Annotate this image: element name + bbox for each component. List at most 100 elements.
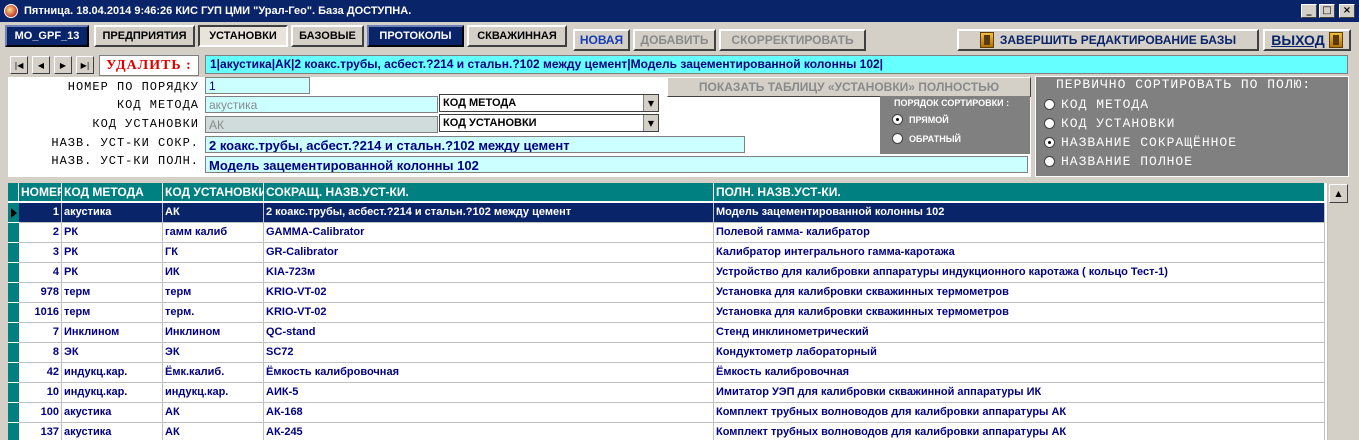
row-indicator[interactable] <box>8 423 19 440</box>
table-cell[interactable]: KRIO-VT-02 <box>264 303 714 322</box>
table-cell[interactable]: РК <box>62 243 163 262</box>
table-row[interactable]: 137 акустика АК АК-245 Комплект трубных волн… <box>19 423 1325 440</box>
correct-button[interactable]: СКОРРЕКТИРОВАТЬ <box>719 29 866 51</box>
table-cell[interactable]: РК <box>62 263 163 282</box>
scroll-up-icon[interactable]: ▲ <box>1329 184 1348 203</box>
sort-reverse-option[interactable]: ОБРАТНЫЙ <box>892 133 961 144</box>
table-row[interactable]: 8 ЭК ЭК SC72 Кондуктометр лабораторный <box>19 343 1325 363</box>
new-button[interactable]: НОВАЯ <box>573 29 630 51</box>
chevron-down-icon[interactable]: ▼ <box>643 95 658 111</box>
row-indicator[interactable] <box>8 343 19 363</box>
table-cell[interactable]: GAMMA-Calibrator <box>264 223 714 242</box>
first-record-button[interactable]: |◀ <box>10 56 28 74</box>
table-cell[interactable]: Инклином <box>163 323 264 342</box>
table-cell[interactable]: АК-168 <box>264 403 714 422</box>
chevron-down-icon[interactable]: ▼ <box>643 115 658 131</box>
table-row[interactable]: 2 РК гамм калиб GAMMA-Calibrator Полевой гам… <box>19 223 1325 243</box>
table-cell[interactable]: АК <box>163 403 264 422</box>
column-header-install-code[interactable]: КОД УСТАНОВКИ <box>163 183 264 201</box>
table-cell[interactable]: 3 <box>19 243 62 262</box>
table-cell[interactable]: Ёмкость калибровочная <box>264 363 714 382</box>
table-cell[interactable]: акустика <box>62 203 163 222</box>
row-indicator[interactable] <box>8 243 19 263</box>
tab-well[interactable]: СКВАЖИННАЯ <box>467 25 567 47</box>
table-cell[interactable]: ГК <box>163 243 264 262</box>
table-row[interactable]: 1 акустика АК 2 коакс.трубы, асбест.?214 и … <box>19 203 1325 223</box>
table-cell[interactable]: KIA-723м <box>264 263 714 282</box>
table-row[interactable]: 10 индукц.кар. индукц.кар. АИК-5 Имитатор УЭ… <box>19 383 1325 403</box>
method-code-field[interactable]: акустика <box>205 96 438 113</box>
full-name-field[interactable]: Модель зацементированной колонны 102 <box>205 156 1028 173</box>
add-button[interactable]: ДОБАВИТЬ <box>633 29 716 51</box>
table-cell[interactable]: Комплект трубных волноводов для калибров… <box>714 403 1325 422</box>
delete-button[interactable]: УДАЛИТЬ : <box>99 55 199 76</box>
table-cell[interactable]: РК <box>62 223 163 242</box>
table-cell[interactable]: Имитатор УЭП для калибровки скважинной а… <box>714 383 1325 402</box>
table-cell[interactable]: 8 <box>19 343 62 362</box>
table-cell[interactable]: гамм калиб <box>163 223 264 242</box>
table-cell[interactable]: АК <box>163 423 264 440</box>
table-row[interactable]: 3 РК ГК GR-Calibrator Калибратор интегрально… <box>19 243 1325 263</box>
table-cell[interactable]: Кондуктометр лабораторный <box>714 343 1325 362</box>
table-cell[interactable]: 2 коакс.трубы, асбест.?214 и стальн.?102… <box>264 203 714 222</box>
row-indicator[interactable] <box>8 263 19 283</box>
prev-record-button[interactable]: ◀ <box>32 56 50 74</box>
table-cell[interactable]: акустика <box>62 403 163 422</box>
column-header-method-code[interactable]: КОД МЕТОДА <box>62 183 163 201</box>
sort-direct-option[interactable]: ПРЯМОЙ <box>892 114 949 125</box>
table-cell[interactable]: терм <box>163 283 264 302</box>
tab-protocols[interactable]: ПРОТОКОЛЫ <box>367 25 464 47</box>
tab-enterprises[interactable]: ПРЕДПРИЯТИЯ <box>94 25 195 47</box>
row-indicator[interactable] <box>8 203 19 223</box>
row-indicator[interactable] <box>8 403 19 423</box>
row-indicator[interactable] <box>8 383 19 403</box>
table-cell[interactable]: Установка для калибровки скважинных терм… <box>714 303 1325 322</box>
table-cell[interactable]: Полевой гамма- калибратор <box>714 223 1325 242</box>
table-cell[interactable]: Устройство для калибровки аппаратуры инд… <box>714 263 1325 282</box>
last-record-button[interactable]: ▶| <box>76 56 94 74</box>
table-cell[interactable]: Ёмк.калиб. <box>163 363 264 382</box>
table-cell[interactable]: акустика <box>62 423 163 440</box>
primary-sort-install-option[interactable]: КОД УСТАНОВКИ <box>1044 116 1175 131</box>
row-indicator[interactable] <box>8 223 19 243</box>
column-header-short-name[interactable]: СОКРАЩ. НАЗВ.УСТ-КИ. <box>264 183 714 201</box>
close-icon[interactable]: × <box>1339 4 1355 18</box>
table-row[interactable]: 4 РК ИК KIA-723м Устройство для калибровки а… <box>19 263 1325 283</box>
table-cell[interactable]: индукц.кар. <box>163 383 264 402</box>
table-cell[interactable]: Калибратор интегрального гамма-каротажа <box>714 243 1325 262</box>
number-field[interactable]: 1 <box>205 77 310 94</box>
table-cell[interactable]: Ёмкость калибровочная <box>714 363 1325 382</box>
install-code-field[interactable]: АК <box>205 116 438 133</box>
table-cell[interactable]: Инклином <box>62 323 163 342</box>
table-cell[interactable]: АИК-5 <box>264 383 714 402</box>
minimize-icon[interactable]: _ <box>1301 4 1317 18</box>
radio-checked-icon[interactable] <box>892 114 903 125</box>
table-cell[interactable]: ЭК <box>62 343 163 362</box>
table-cell[interactable]: QC-stand <box>264 323 714 342</box>
table-cell[interactable]: АК <box>163 203 264 222</box>
table-cell[interactable]: 10 <box>19 383 62 402</box>
table-cell[interactable]: Установка для калибровки скважинных терм… <box>714 283 1325 302</box>
table-cell[interactable]: Стенд инклинометрический <box>714 323 1325 342</box>
database-button[interactable]: MO_GPF_13 <box>5 25 89 47</box>
table-cell[interactable]: терм <box>62 283 163 302</box>
table-cell[interactable]: GR-Calibrator <box>264 243 714 262</box>
radio-icon[interactable] <box>892 133 903 144</box>
table-row[interactable]: 978 терм терм KRIO-VT-02 Установка для калиб… <box>19 283 1325 303</box>
table-cell[interactable]: 978 <box>19 283 62 302</box>
table-row[interactable]: 100 акустика АК АК-168 Комплект трубных волн… <box>19 403 1325 423</box>
show-all-button[interactable]: ПОКАЗАТЬ ТАБЛИЦУ «УСТАНОВКИ» ПОЛНОСТЬЮ <box>667 77 1031 97</box>
table-cell[interactable]: терм. <box>163 303 264 322</box>
method-code-select[interactable]: КОД МЕТОДА ▼ <box>439 94 659 112</box>
primary-sort-full-option[interactable]: НАЗВАНИЕ ПОЛНОЕ <box>1044 154 1193 169</box>
table-cell[interactable]: индукц.кар. <box>62 383 163 402</box>
table-row[interactable]: 7 Инклином Инклином QC-stand Стенд инклиноме… <box>19 323 1325 343</box>
primary-sort-short-option[interactable]: НАЗВАНИЕ СОКРАЩЁННОЕ <box>1044 135 1237 150</box>
column-header-number[interactable]: НОМЕР <box>19 183 62 201</box>
table-cell[interactable]: 100 <box>19 403 62 422</box>
row-indicator[interactable] <box>8 283 19 303</box>
row-indicator[interactable] <box>8 323 19 343</box>
finish-edit-button[interactable]: ЗАВЕРШИТЬ РЕДАКТИРОВАНИЕ БАЗЫ <box>957 29 1259 51</box>
primary-sort-method-option[interactable]: КОД МЕТОДА <box>1044 97 1149 112</box>
table-cell[interactable]: Комплект трубных волноводов для калибров… <box>714 423 1325 440</box>
